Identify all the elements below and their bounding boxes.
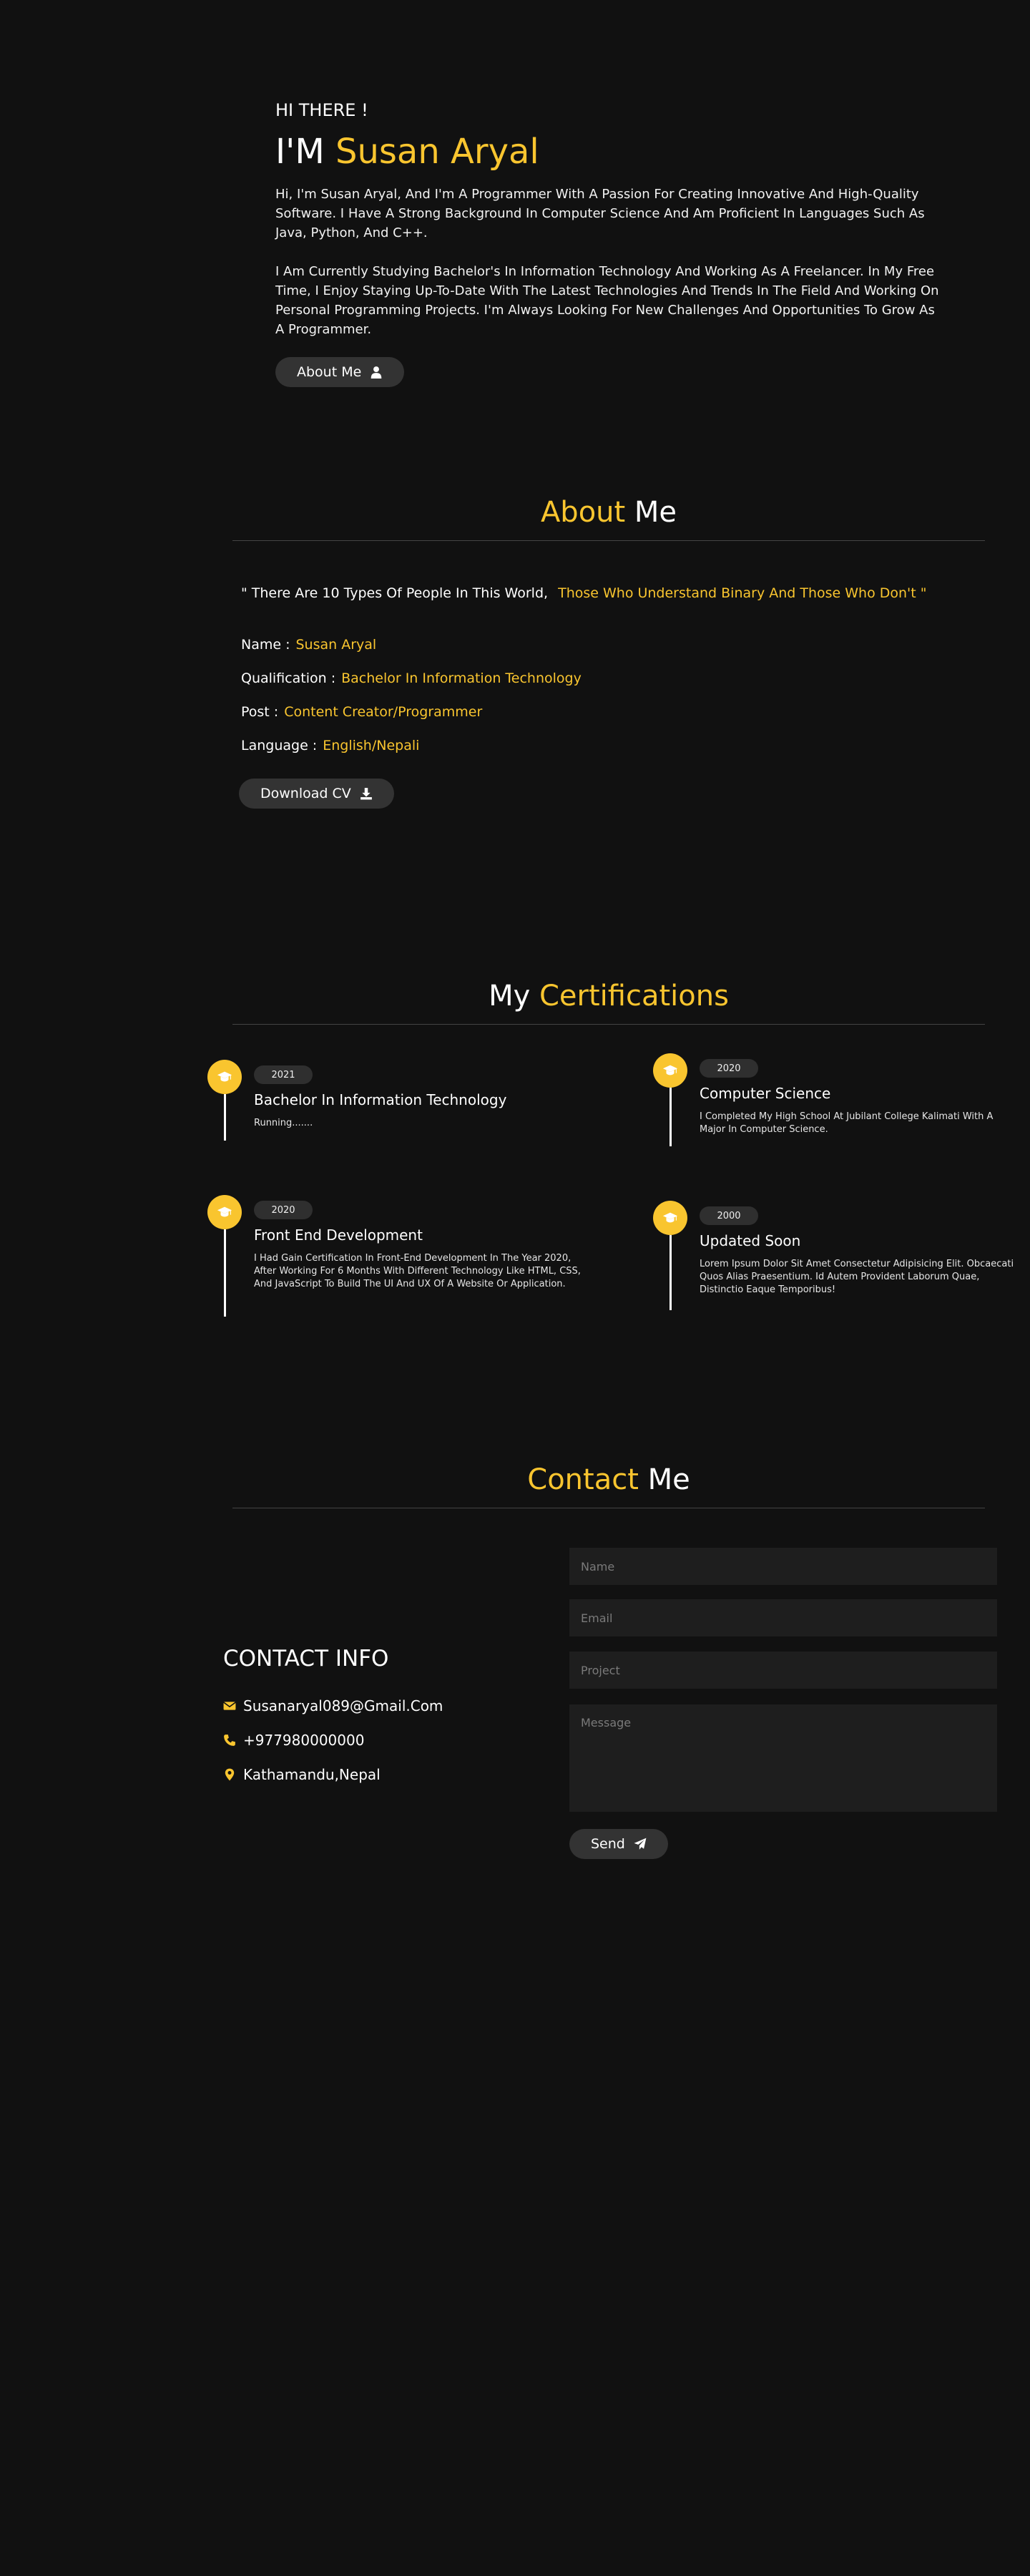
graduation-cap-icon bbox=[217, 1206, 232, 1217]
info-label: Language : bbox=[241, 738, 318, 753]
info-row-name: Name : Susan Aryal bbox=[241, 637, 985, 653]
download-icon bbox=[360, 788, 372, 800]
home-section: HI THERE ! I'M Susan Aryal Hi, I'm Susan… bbox=[275, 100, 941, 387]
contact-title-accent: Contact bbox=[527, 1463, 639, 1496]
about-quote: " There Are 10 Types Of People In This W… bbox=[241, 585, 985, 601]
timeline-line bbox=[670, 1088, 672, 1146]
info-value: Susan Aryal bbox=[295, 637, 377, 653]
certifications-divider bbox=[232, 1024, 985, 1025]
about-title: About Me bbox=[232, 496, 985, 529]
info-label: Qualification : bbox=[241, 670, 336, 686]
certifications-heading: My Certifications bbox=[232, 980, 985, 1025]
about-divider bbox=[232, 540, 985, 541]
hero-title: I'M Susan Aryal bbox=[275, 132, 941, 172]
timeline-line bbox=[224, 1229, 226, 1317]
contact-title-rest: Me bbox=[647, 1463, 690, 1496]
about-title-accent: About bbox=[540, 496, 626, 529]
project-input[interactable] bbox=[569, 1652, 997, 1689]
message-input[interactable] bbox=[569, 1704, 997, 1812]
contact-info: CONTACT INFO Susanaryal089@Gmail.Com +97… bbox=[223, 1646, 552, 1800]
send-button[interactable]: Send bbox=[569, 1829, 668, 1859]
paper-plane-icon bbox=[634, 1838, 647, 1850]
contact-info-title: CONTACT INFO bbox=[223, 1646, 389, 1672]
quote-end: Those Who Understand Binary And Those Wh… bbox=[558, 585, 927, 601]
info-value: Bachelor In Information Technology bbox=[341, 670, 582, 686]
certification-title: Computer Science bbox=[700, 1085, 831, 1102]
about-me-button-label: About Me bbox=[297, 364, 362, 380]
certification-year: 2000 bbox=[700, 1206, 758, 1225]
contact-email-text: Susanaryal089@Gmail.Com bbox=[243, 1697, 443, 1714]
about-title-rest: Me bbox=[634, 496, 677, 529]
timeline-line bbox=[670, 1235, 672, 1310]
graduation-cap-icon bbox=[662, 1065, 678, 1075]
certification-year: 2021 bbox=[254, 1065, 313, 1084]
certification-title: Front End Development bbox=[254, 1226, 423, 1244]
greeting: HI THERE ! bbox=[275, 100, 368, 120]
info-value: English/Nepali bbox=[323, 738, 420, 753]
certification-badge bbox=[207, 1060, 242, 1094]
certification-title: Updated Soon bbox=[700, 1232, 801, 1249]
name-input[interactable] bbox=[569, 1548, 997, 1585]
contact-title: Contact Me bbox=[232, 1463, 985, 1496]
contact-email: Susanaryal089@Gmail.Com bbox=[223, 1697, 552, 1714]
timeline-line bbox=[224, 1094, 226, 1141]
certification-year: 2020 bbox=[254, 1201, 313, 1219]
info-row-post: Post : Content Creator/Programmer bbox=[241, 704, 985, 720]
certification-title: Bachelor In Information Technology bbox=[254, 1091, 507, 1108]
hero-name: Susan Aryal bbox=[335, 132, 539, 172]
about-section: " There Are 10 Types Of People In This W… bbox=[239, 585, 985, 809]
certification-description: I Completed My High School At Jubilant C… bbox=[700, 1111, 994, 1135]
certifications-title: My Certifications bbox=[232, 980, 985, 1013]
quote-start: " There Are 10 Types Of People In This W… bbox=[241, 585, 549, 601]
info-value: Content Creator/Programmer bbox=[284, 704, 483, 720]
certification-description: Running....... bbox=[254, 1118, 313, 1128]
certification-description: Lorem Ipsum Dolor Sit Amet Consectetur A… bbox=[700, 1259, 1014, 1295]
contact-heading: Contact Me bbox=[232, 1463, 985, 1508]
certification-year: 2020 bbox=[700, 1059, 758, 1078]
contact-phone-text: +977980000000 bbox=[243, 1732, 365, 1749]
map-marker-icon bbox=[225, 1768, 235, 1781]
email-input[interactable] bbox=[569, 1599, 997, 1636]
about-heading: About Me bbox=[232, 496, 985, 541]
certification-badge bbox=[207, 1195, 242, 1229]
about-me-button[interactable]: About Me bbox=[275, 357, 405, 387]
contact-location: Kathamandu,Nepal bbox=[223, 1766, 552, 1783]
hero-prefix: I'M bbox=[275, 132, 325, 172]
graduation-cap-icon bbox=[662, 1212, 678, 1223]
info-row-qualification: Qualification : Bachelor In Information T… bbox=[241, 670, 985, 686]
download-cv-label: Download CV bbox=[260, 786, 351, 801]
certification-description: I Had Gain Certification In Front-End De… bbox=[254, 1253, 581, 1289]
envelope-icon bbox=[223, 1702, 236, 1710]
send-button-label: Send bbox=[591, 1836, 625, 1852]
certifications-title-accent: Certifications bbox=[539, 980, 729, 1013]
user-icon bbox=[371, 366, 382, 379]
intro-paragraph-1: Hi, I'm Susan Aryal, And I'm A Programme… bbox=[275, 187, 925, 240]
info-label: Post : bbox=[241, 704, 279, 720]
contact-phone: +977980000000 bbox=[223, 1732, 552, 1749]
phone-icon bbox=[224, 1735, 235, 1746]
info-label: Name : bbox=[241, 637, 290, 653]
contact-location-text: Kathamandu,Nepal bbox=[243, 1766, 381, 1783]
certifications-title-lead: My bbox=[489, 980, 531, 1013]
download-cv-button[interactable]: Download CV bbox=[239, 779, 394, 809]
info-row-language: Language : English/Nepali bbox=[241, 738, 985, 753]
graduation-cap-icon bbox=[217, 1071, 232, 1082]
certification-badge bbox=[653, 1053, 687, 1088]
intro-paragraph-2: I Am Currently Studying Bachelor's In In… bbox=[275, 264, 939, 337]
intro-text: Hi, I'm Susan Aryal, And I'm A Programme… bbox=[275, 185, 941, 339]
certification-badge bbox=[653, 1201, 687, 1235]
